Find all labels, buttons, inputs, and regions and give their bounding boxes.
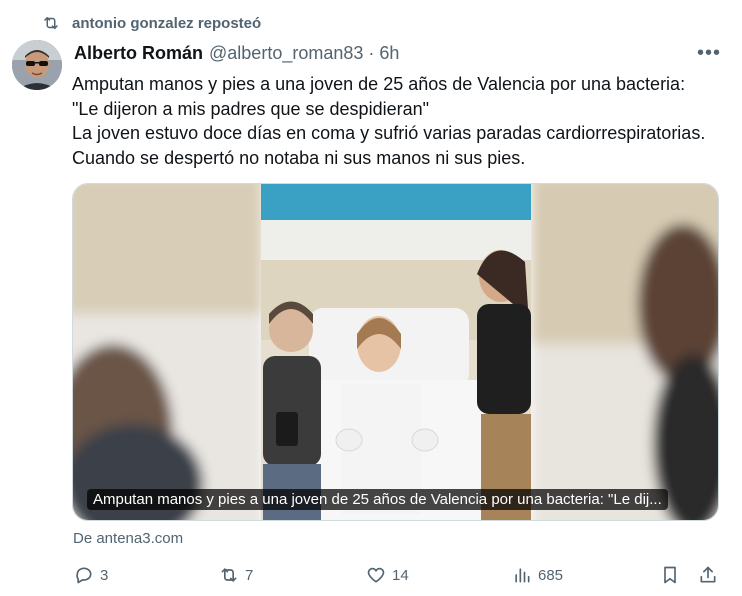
reply-icon xyxy=(76,567,92,584)
repost-icon xyxy=(44,17,58,29)
tweet-line: "Le dijeron a mis padres que se despidie… xyxy=(72,98,429,119)
media-caption: Amputan manos y pies a una joven de 25 a… xyxy=(87,489,668,510)
bookmark-button[interactable] xyxy=(660,562,680,588)
share-icon xyxy=(700,566,716,583)
tweet-line: Amputan manos y pies a una joven de 25 a… xyxy=(72,74,686,94)
timestamp[interactable]: 6h xyxy=(379,43,399,64)
tweet-line: Cuando se despertó no notaba ni sus mano… xyxy=(72,147,526,168)
tweet-text: Amputan manos y pies a una joven de 25 a… xyxy=(72,72,732,170)
more-options-button[interactable]: ••• xyxy=(696,42,722,64)
media-card[interactable]: Amputan manos y pies a una joven de 25 a… xyxy=(72,183,719,521)
author-name[interactable]: Alberto Román xyxy=(74,43,203,64)
more-icon: ••• xyxy=(696,41,721,64)
tweet-line: La joven estuvo doce días en coma y sufr… xyxy=(72,123,706,143)
views-button[interactable]: 685 xyxy=(512,562,563,588)
reply-button[interactable]: 3 xyxy=(74,562,108,588)
repost-button[interactable]: 7 xyxy=(219,562,253,588)
author-handle[interactable]: @alberto_roman83 xyxy=(209,43,363,64)
action-bar: 3 7 14 685 xyxy=(72,562,722,588)
like-button[interactable]: 14 xyxy=(366,562,409,588)
separator-dot: · xyxy=(368,42,375,63)
repost-context[interactable]: antonio gonzalez reposteó xyxy=(42,12,261,34)
repost-label: antonio gonzalez reposteó xyxy=(72,14,262,32)
avatar-image xyxy=(12,40,62,90)
tweet-header: Alberto Román @alberto_roman83 · 6h ••• xyxy=(74,42,722,64)
media-image xyxy=(73,184,718,520)
views-icon xyxy=(515,568,530,583)
repost-icon xyxy=(221,568,237,582)
like-count: 14 xyxy=(392,566,409,584)
bookmark-icon xyxy=(664,566,676,584)
avatar[interactable] xyxy=(12,40,62,90)
share-button[interactable] xyxy=(698,562,718,588)
repost-count: 7 xyxy=(245,566,254,584)
source-link[interactable]: De antena3.com xyxy=(73,530,183,547)
reply-count: 3 xyxy=(100,566,109,584)
heart-icon xyxy=(367,567,385,583)
views-count: 685 xyxy=(538,566,564,584)
